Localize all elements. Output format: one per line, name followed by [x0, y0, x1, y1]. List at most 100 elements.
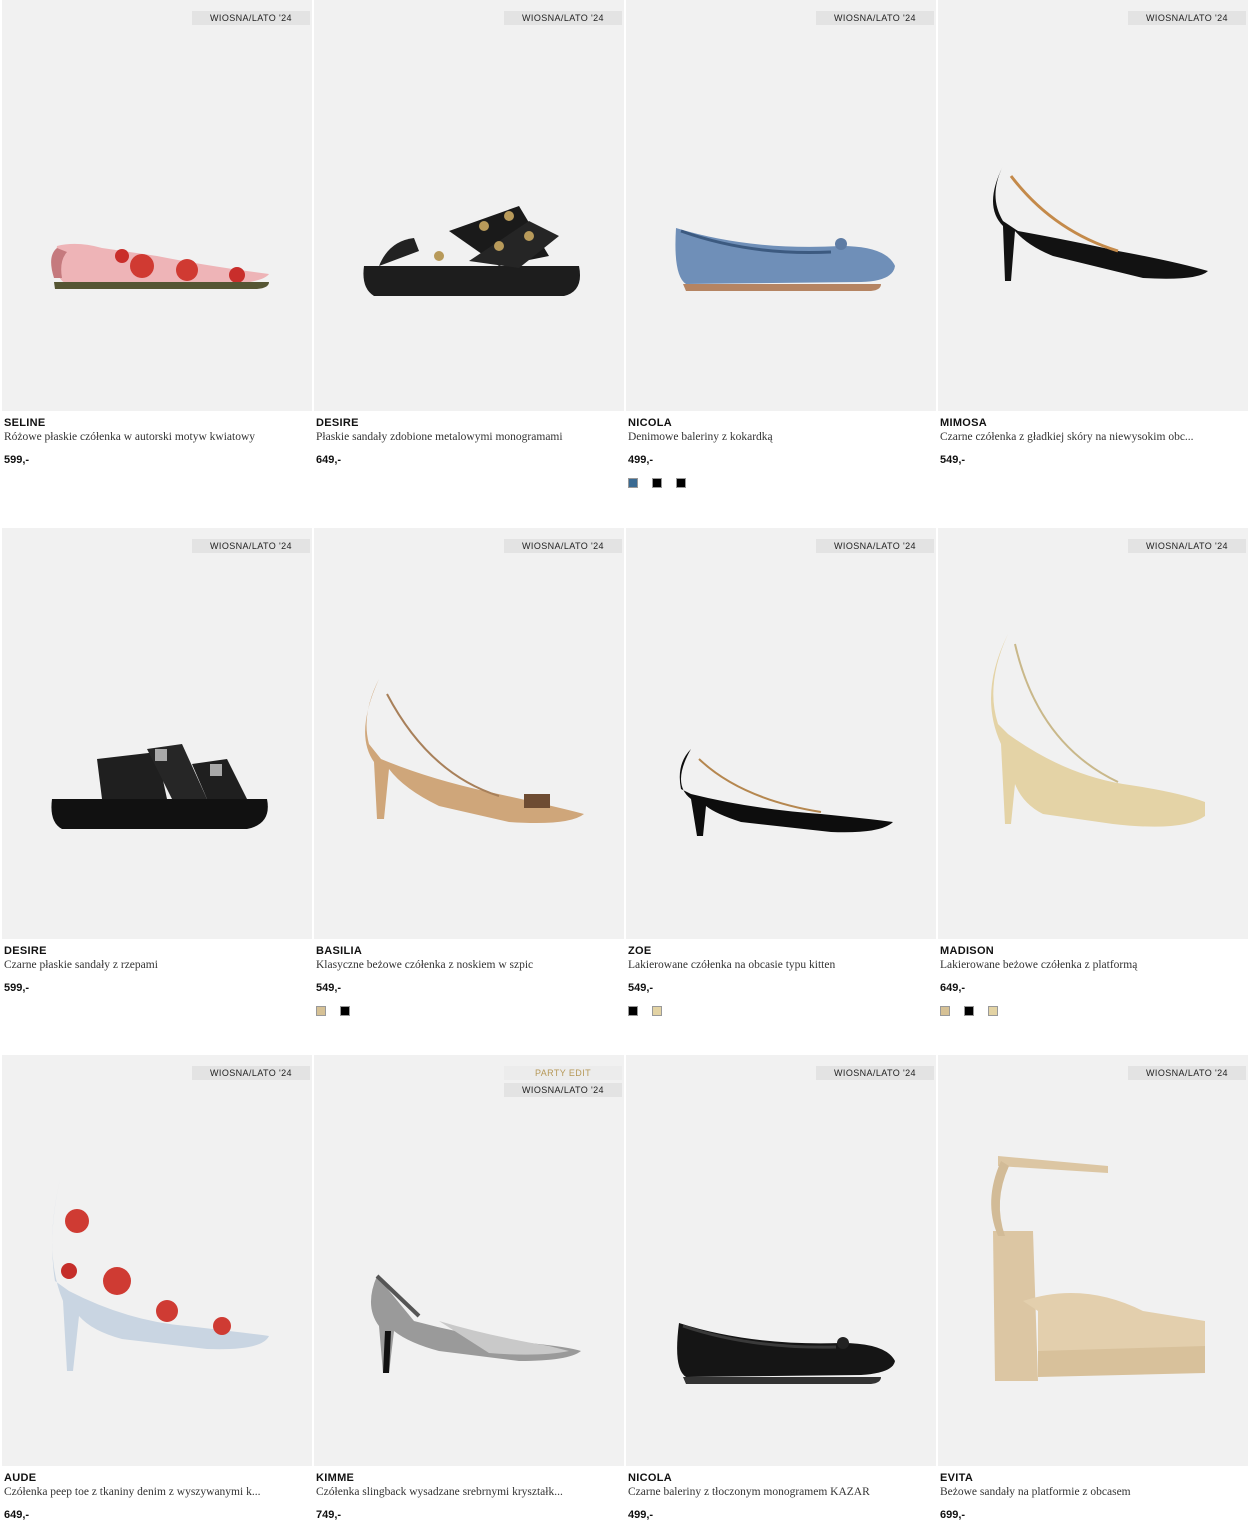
product-image[interactable]: WIOSNA/LATO '24 — [938, 0, 1248, 411]
product-brand[interactable]: EVITA — [940, 1472, 1248, 1484]
product-card[interactable]: WIOSNA/LATO '24 DESIRE Płaskie sandały z… — [314, 0, 624, 466]
product-price: 499,- — [628, 1509, 654, 1521]
product-price: 499,- — [628, 454, 654, 466]
product-card[interactable]: WIOSNA/LATO '24 EVITA Beżowe sandały na … — [938, 1055, 1248, 1521]
product-card[interactable]: WIOSNA/LATO '24 MADISON Lakierowane beżo… — [938, 528, 1248, 1016]
product-image[interactable]: WIOSNA/LATO '24 — [626, 1055, 936, 1466]
platform-block-heel-sandal-icon — [991, 1155, 1205, 1381]
denim-ballerina-icon — [675, 227, 895, 291]
product-description[interactable]: Klasyczne beżowe czółenka z noskiem w sz… — [316, 959, 616, 971]
product-description[interactable]: Beżowe sandały na platformie z obcasem — [940, 1486, 1240, 1498]
color-swatch[interactable] — [652, 478, 662, 488]
crystal-slingback-icon — [370, 1274, 581, 1373]
product-card[interactable]: WIOSNA/LATO '24 AUDE Czółenka peep toe z… — [2, 1055, 312, 1521]
season-badge: WIOSNA/LATO '24 — [1128, 11, 1246, 25]
color-swatch[interactable] — [940, 1006, 950, 1016]
product-image[interactable]: WIOSNA/LATO '24 — [314, 528, 624, 939]
product-image[interactable]: WIOSNA/LATO '24 — [626, 0, 936, 411]
product-card[interactable]: WIOSNA/LATO '24 NICOLA Czarne baleriny z… — [626, 1055, 936, 1521]
product-price: 549,- — [316, 982, 342, 994]
product-price: 699,- — [940, 1509, 966, 1521]
season-badge: WIOSNA/LATO '24 — [1128, 539, 1246, 553]
color-swatch[interactable] — [964, 1006, 974, 1016]
product-brand[interactable]: KIMME — [316, 1472, 624, 1484]
product-price: 599,- — [4, 454, 30, 466]
product-card[interactable]: PARTY EDIT WIOSNA/LATO '24 KIMME Czółenk… — [314, 1055, 624, 1521]
product-description[interactable]: Czarne płaskie sandały z rzepami — [4, 959, 304, 971]
product-description[interactable]: Denimowe baleriny z kokardką — [628, 431, 928, 443]
product-description[interactable]: Czarne baleriny z tłoczonym monogramem K… — [628, 1486, 928, 1498]
season-badge: WIOSNA/LATO '24 — [504, 11, 622, 25]
season-badge: WIOSNA/LATO '24 — [816, 539, 934, 553]
season-badge: WIOSNA/LATO '24 — [192, 539, 310, 553]
product-brand[interactable]: BASILIA — [316, 945, 624, 957]
color-swatch[interactable] — [628, 478, 638, 488]
black-velcro-sandal-icon — [51, 743, 268, 829]
product-price: 649,- — [940, 982, 966, 994]
party-edit-badge: PARTY EDIT — [504, 1066, 622, 1080]
product-brand[interactable]: SELINE — [4, 417, 312, 429]
product-image[interactable]: WIOSNA/LATO '24 — [2, 528, 312, 939]
product-image[interactable]: WIOSNA/LATO '24 — [2, 0, 312, 411]
color-swatches — [316, 1006, 624, 1016]
season-badge: WIOSNA/LATO '24 — [504, 1083, 622, 1097]
color-swatch[interactable] — [340, 1006, 350, 1016]
season-badge: WIOSNA/LATO '24 — [816, 11, 934, 25]
product-card[interactable]: WIOSNA/LATO '24 NICOLA Denimowe baleriny… — [626, 0, 936, 488]
product-card[interactable]: WIOSNA/LATO '24 ZOE Lakierowane czółenka… — [626, 528, 936, 1016]
platform-pump-icon — [991, 633, 1205, 827]
floral-peep-toe-icon — [52, 1170, 269, 1371]
product-price: 649,- — [316, 454, 342, 466]
product-price: 749,- — [316, 1509, 342, 1521]
product-brand[interactable]: MADISON — [940, 945, 1248, 957]
product-price: 649,- — [4, 1509, 30, 1521]
product-card[interactable]: WIOSNA/LATO '24 MIMOSA Czarne czółenka z… — [938, 0, 1248, 466]
product-description[interactable]: Czółenka peep toe z tkaniny denim z wysz… — [4, 1486, 304, 1498]
color-swatches — [628, 478, 936, 488]
product-image[interactable]: WIOSNA/LATO '24 — [314, 0, 624, 411]
product-image[interactable]: WIOSNA/LATO '24 — [938, 1055, 1248, 1466]
product-card[interactable]: WIOSNA/LATO '24 SELINE Różowe płaskie cz… — [2, 0, 312, 466]
product-brand[interactable]: MIMOSA — [940, 417, 1248, 429]
season-badge: WIOSNA/LATO '24 — [816, 1066, 934, 1080]
product-image[interactable]: PARTY EDIT WIOSNA/LATO '24 — [314, 1055, 624, 1466]
product-brand[interactable]: DESIRE — [4, 945, 312, 957]
color-swatch[interactable] — [316, 1006, 326, 1016]
color-swatches — [940, 1006, 1248, 1016]
embossed-ballerina-icon — [677, 1322, 895, 1384]
product-grid: WIOSNA/LATO '24 SELINE Różowe płaskie cz… — [0, 0, 1250, 1521]
black-pump-icon — [993, 165, 1208, 281]
product-description[interactable]: Płaskie sandały zdobione metalowymi mono… — [316, 431, 616, 443]
product-description[interactable]: Czarne czółenka z gładkiej skóry na niew… — [940, 431, 1240, 443]
season-badge: WIOSNA/LATO '24 — [504, 539, 622, 553]
product-brand[interactable]: NICOLA — [628, 417, 936, 429]
product-description[interactable]: Lakierowane czółenka na obcasie typu kit… — [628, 959, 928, 971]
floral-slingback-flat-icon — [51, 243, 269, 289]
season-badge: WIOSNA/LATO '24 — [192, 11, 310, 25]
color-swatch[interactable] — [628, 1006, 638, 1016]
product-brand[interactable]: DESIRE — [316, 417, 624, 429]
product-image[interactable]: WIOSNA/LATO '24 — [938, 528, 1248, 939]
beige-pump-icon — [365, 678, 584, 823]
season-badge: WIOSNA/LATO '24 — [1128, 1066, 1246, 1080]
monogram-sandal-icon — [363, 205, 580, 296]
product-brand[interactable]: NICOLA — [628, 1472, 936, 1484]
product-card[interactable]: WIOSNA/LATO '24 BASILIA Klasyczne beżowe… — [314, 528, 624, 1016]
product-description[interactable]: Lakierowane beżowe czółenka z platformą — [940, 959, 1240, 971]
product-price: 599,- — [4, 982, 30, 994]
season-badge: WIOSNA/LATO '24 — [192, 1066, 310, 1080]
product-brand[interactable]: ZOE — [628, 945, 936, 957]
product-price: 549,- — [628, 982, 654, 994]
color-swatch[interactable] — [676, 478, 686, 488]
color-swatch[interactable] — [988, 1006, 998, 1016]
product-brand[interactable]: AUDE — [4, 1472, 312, 1484]
product-card[interactable]: WIOSNA/LATO '24 DESIRE Czarne płaskie sa… — [2, 528, 312, 994]
patent-kitten-heel-icon — [679, 748, 893, 836]
product-description[interactable]: Różowe płaskie czółenka w autorski motyw… — [4, 431, 304, 443]
product-image[interactable]: WIOSNA/LATO '24 — [2, 1055, 312, 1466]
color-swatches — [628, 1006, 936, 1016]
color-swatch[interactable] — [652, 1006, 662, 1016]
product-description[interactable]: Czółenka slingback wysadzane srebrnymi k… — [316, 1486, 616, 1498]
product-image[interactable]: WIOSNA/LATO '24 — [626, 528, 936, 939]
product-price: 549,- — [940, 454, 966, 466]
